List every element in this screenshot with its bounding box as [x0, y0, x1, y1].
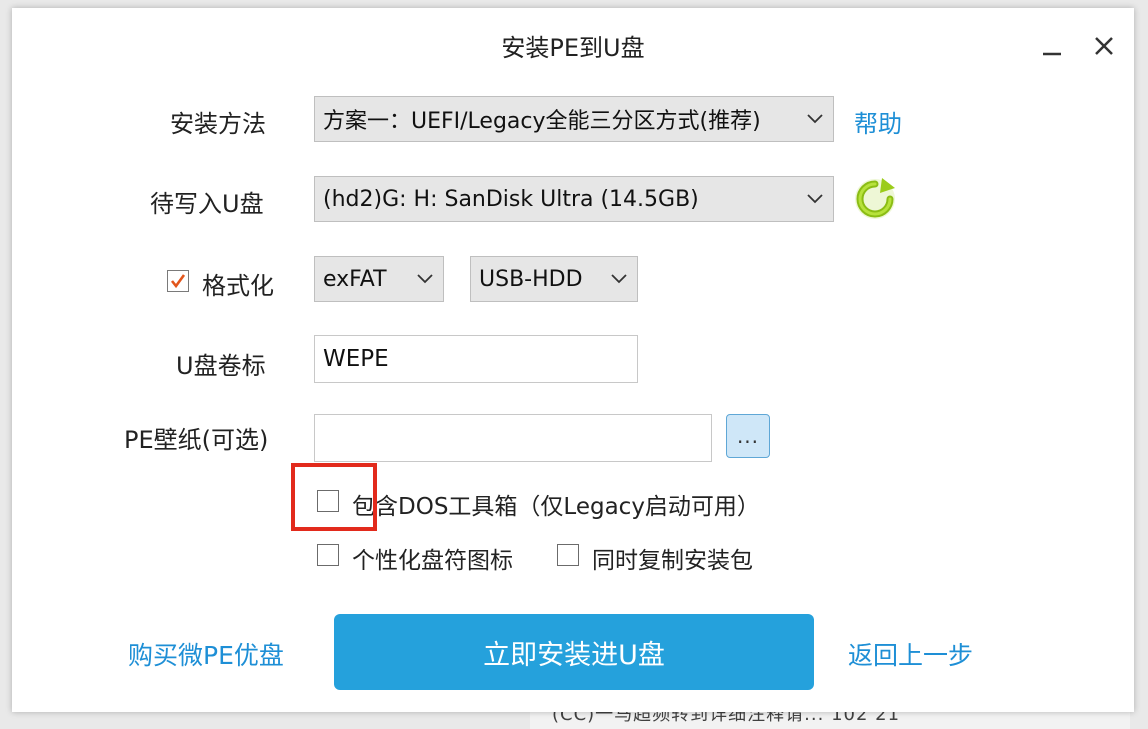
close-button[interactable] — [1086, 28, 1122, 64]
buy-pe-usb-link[interactable]: 购买微PE优盘 — [128, 636, 284, 672]
format-checkbox[interactable] — [167, 270, 189, 292]
dialog-title: 安装PE到U盘 — [501, 34, 645, 62]
format-label: 格式化 — [202, 272, 274, 300]
wallpaper-input[interactable] — [314, 414, 712, 462]
dos-tools-label: 包含DOS工具箱（仅Legacy启动可用） — [352, 494, 760, 520]
install-pe-dialog: 安装PE到U盘 安装方法 方案一：UEFI/Legacy全能三分区方式(推荐) … — [12, 8, 1134, 712]
volume-label-value: WEPE — [323, 346, 389, 372]
target-disk-value: (hd2)G: H: SanDisk Ultra (14.5GB) — [323, 186, 699, 212]
filesystem-select[interactable]: exFAT — [314, 256, 444, 302]
install-method-select[interactable]: 方案一：UEFI/Legacy全能三分区方式(推荐) — [314, 96, 834, 142]
target-disk-label: 待写入U盘 — [150, 190, 264, 218]
chevron-down-icon — [807, 114, 823, 124]
chevron-down-icon — [417, 274, 433, 284]
close-icon — [1095, 37, 1113, 55]
custom-icon-checkbox[interactable] — [317, 544, 339, 566]
volume-label-label: U盘卷标 — [176, 352, 266, 380]
filesystem-value: exFAT — [323, 266, 387, 292]
refresh-icon — [855, 178, 895, 219]
minimize-button[interactable] — [1034, 28, 1070, 64]
refresh-button[interactable] — [852, 176, 898, 222]
volume-label-input[interactable]: WEPE — [314, 335, 638, 383]
help-link[interactable]: 帮助 — [854, 104, 902, 139]
install-to-usb-button[interactable]: 立即安装进U盘 — [334, 614, 814, 690]
chevron-down-icon — [611, 274, 627, 284]
target-disk-select[interactable]: (hd2)G: H: SanDisk Ultra (14.5GB) — [314, 176, 834, 222]
custom-icon-label: 个性化盘符图标 — [352, 548, 513, 574]
back-link[interactable]: 返回上一步 — [848, 636, 973, 672]
boot-mode-select[interactable]: USB-HDD — [470, 256, 638, 302]
annotation-highlight-box — [291, 463, 377, 531]
install-method-value: 方案一：UEFI/Legacy全能三分区方式(推荐) — [323, 109, 761, 134]
browse-wallpaper-button[interactable]: ... — [726, 414, 770, 458]
chevron-down-icon — [807, 194, 823, 204]
checkmark-icon — [170, 274, 186, 289]
copy-package-label: 同时复制安装包 — [592, 548, 753, 574]
install-method-label: 安装方法 — [170, 110, 266, 138]
boot-mode-value: USB-HDD — [479, 266, 583, 292]
minimize-icon — [1043, 52, 1061, 56]
wallpaper-label: PE壁纸(可选) — [124, 426, 269, 454]
copy-package-checkbox[interactable] — [557, 544, 579, 566]
